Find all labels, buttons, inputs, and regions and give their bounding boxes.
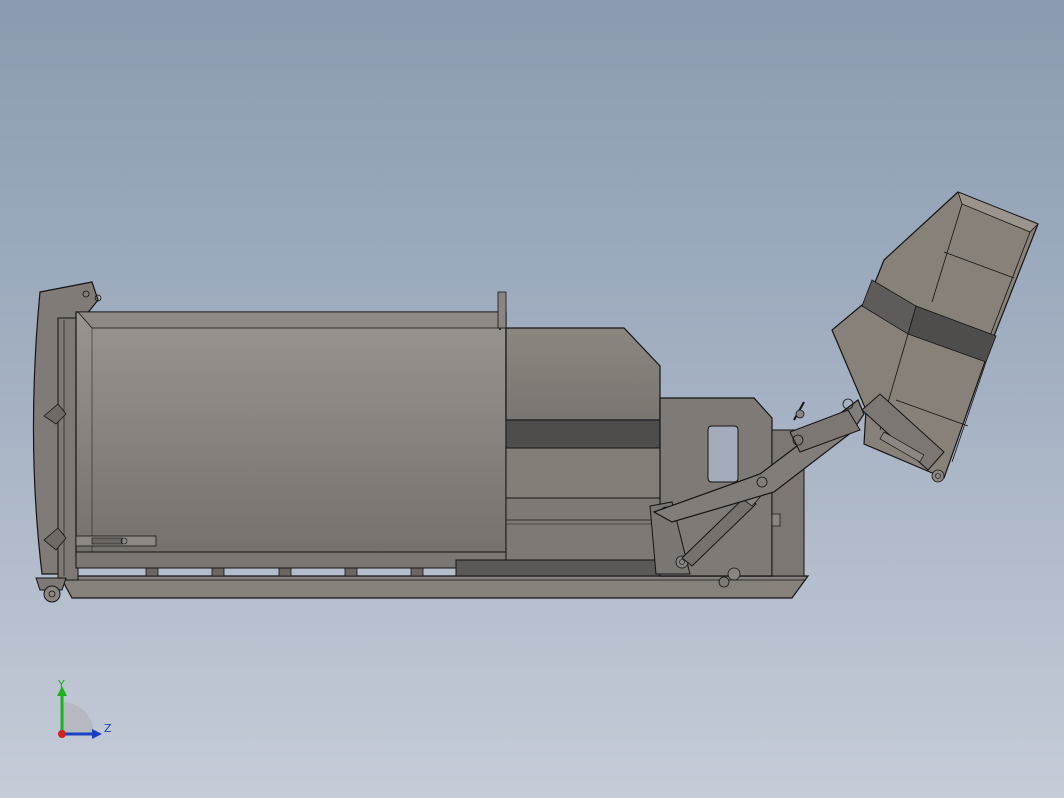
model-view[interactable] <box>0 0 1064 798</box>
graphics-area[interactable]: Y Z <box>0 0 1064 798</box>
view-orientation-triad[interactable]: Y Z <box>40 676 130 746</box>
x-axis-icon <box>58 730 66 738</box>
triad-plane-icon <box>62 702 94 734</box>
z-axis-arrow-icon <box>92 729 102 739</box>
caster-wheel <box>35 577 67 603</box>
tipping-bin[interactable] <box>831 191 1039 483</box>
door-latch[interactable] <box>75 535 157 547</box>
container-drum[interactable] <box>75 291 507 569</box>
support-feet <box>145 567 424 577</box>
base-frame[interactable] <box>58 575 810 599</box>
z-axis-label: Z <box>104 722 112 735</box>
y-axis-label: Y <box>57 678 65 691</box>
